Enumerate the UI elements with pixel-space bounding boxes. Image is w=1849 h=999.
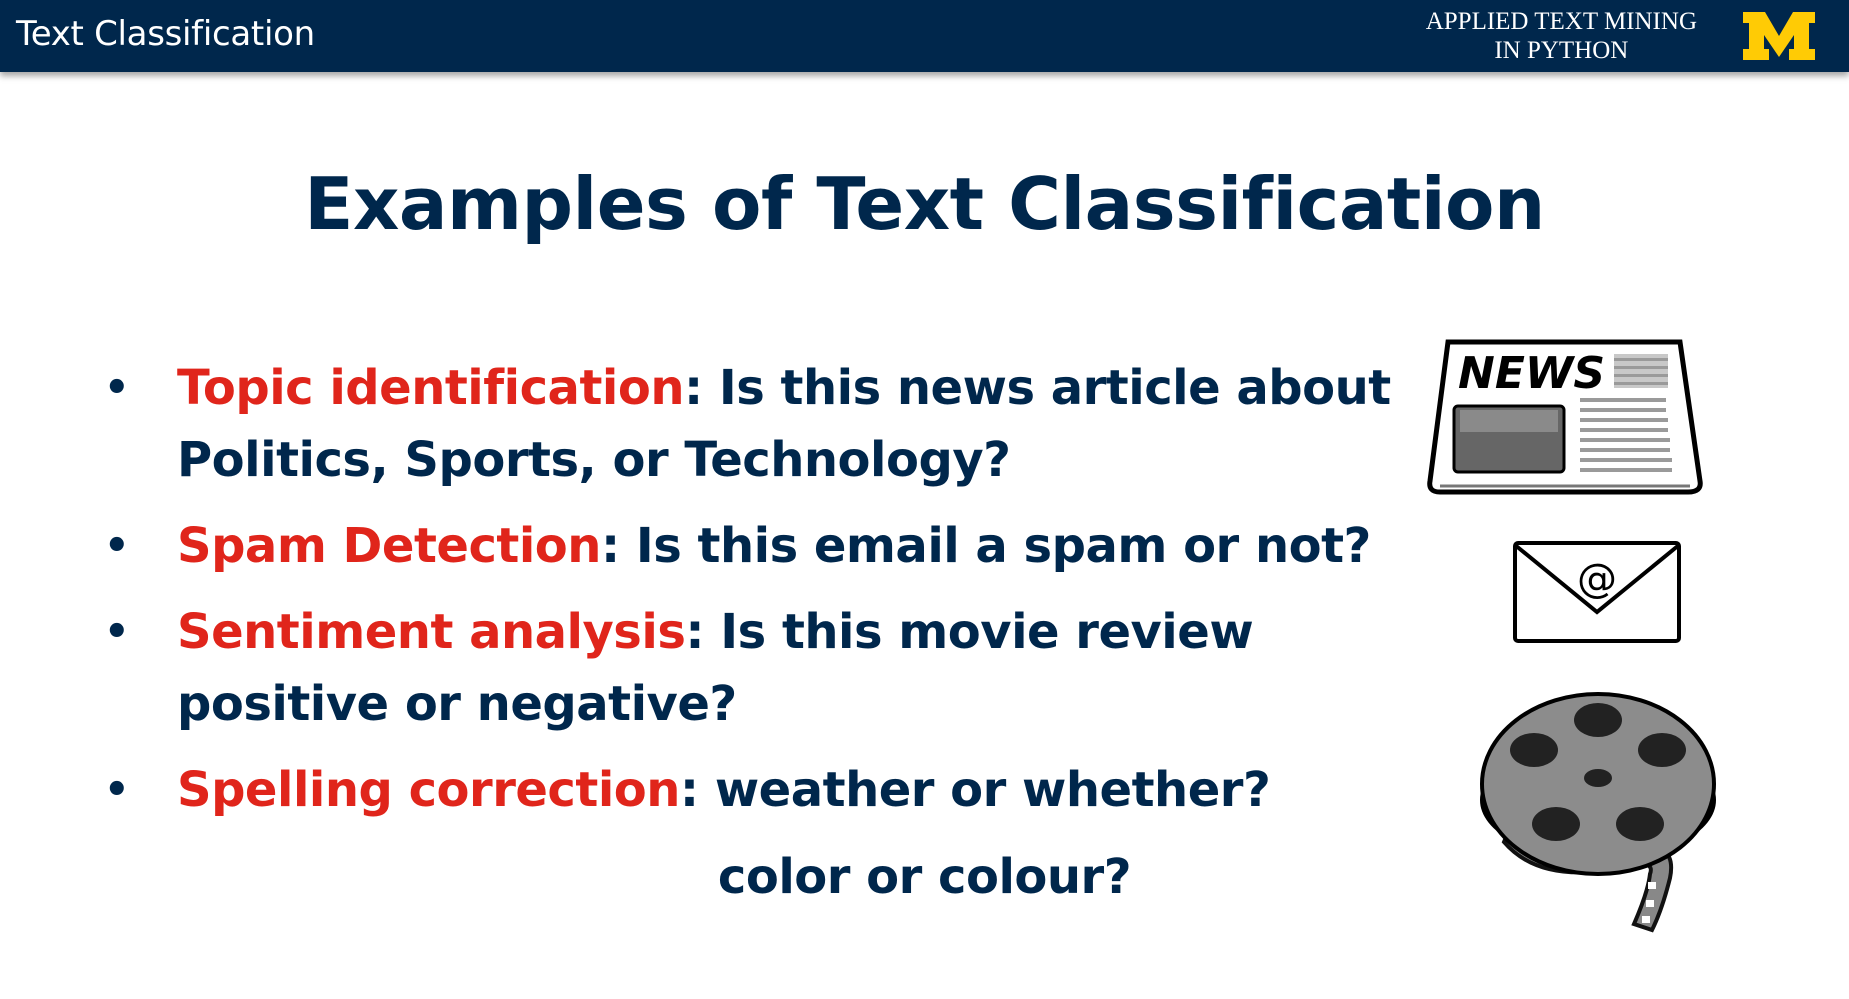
bullet-icon: • [104, 365, 130, 411]
examples-list: • Topic identification: Is this news arti… [104, 352, 1464, 840]
bullet-text: : Is this email a spam or not? [600, 518, 1371, 574]
slide-title: Examples of Text Classification [304, 162, 1545, 246]
bullet-icon: • [104, 767, 130, 813]
course-name-line-2: IN PYTHON [1494, 37, 1629, 64]
bullet-term: Spelling correction [177, 762, 680, 818]
bullet-term: Topic identification [177, 360, 684, 416]
section-title: Text Classification [16, 14, 315, 54]
newspaper-icon: NEWS [1427, 339, 1703, 495]
bullet-term: Sentiment analysis [177, 604, 686, 660]
bullet-icon: • [104, 609, 130, 655]
course-name: APPLIED TEXT MINING IN PYTHON [1426, 7, 1697, 65]
list-item: • Spam Detection: Is this email a spam or… [104, 510, 1464, 582]
bullet-term: Spam Detection [177, 518, 601, 574]
newspaper-label: NEWS [1458, 348, 1605, 399]
email-envelope-icon: @ [1513, 541, 1681, 643]
top-banner: Text Classification APPLIED TEXT MINING … [0, 0, 1849, 72]
list-item: • Sentiment analysis: Is this movie revie… [104, 596, 1464, 740]
bullet-text: : weather or whether? [679, 762, 1271, 818]
list-item: • Topic identification: Is this news arti… [104, 352, 1464, 496]
course-name-line-1: APPLIED TEXT MINING [1425, 8, 1697, 35]
film-reel-icon [1480, 692, 1716, 933]
bullet-icon: • [104, 523, 130, 569]
list-item: • Spelling correction: weather or whether… [104, 754, 1464, 826]
email-at-symbol: @ [1577, 556, 1617, 602]
university-logo-icon: M [1743, 12, 1815, 60]
